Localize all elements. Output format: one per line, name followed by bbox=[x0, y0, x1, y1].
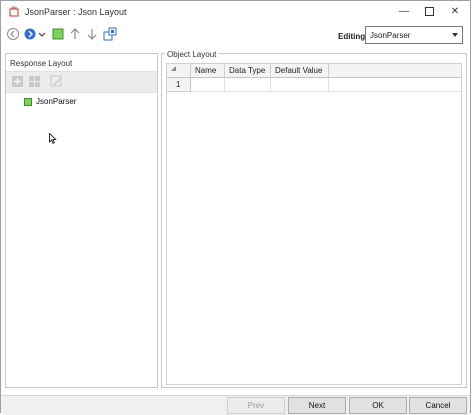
object-layout-group: Name Data Type Default Value 1 bbox=[161, 53, 467, 388]
dialog-footer: Prev Next OK Cancel bbox=[1, 395, 470, 415]
mouse-cursor-icon bbox=[49, 133, 57, 144]
green-square-icon bbox=[24, 98, 32, 106]
next-button[interactable]: Next bbox=[288, 397, 346, 414]
edit-node-icon[interactable] bbox=[50, 75, 63, 88]
green-square-icon[interactable] bbox=[51, 27, 65, 41]
editing-label: Editing: bbox=[338, 32, 368, 41]
select-all-icon bbox=[171, 66, 176, 71]
chevron-down-icon bbox=[452, 33, 458, 37]
tree-item-label: JsonParser bbox=[36, 97, 77, 106]
arrow-up-icon[interactable] bbox=[68, 27, 82, 41]
grid-corner-header[interactable] bbox=[167, 64, 191, 78]
app-icon bbox=[9, 6, 19, 17]
cell-filler bbox=[329, 78, 461, 92]
column-header-data-type[interactable]: Data Type bbox=[225, 64, 271, 78]
arrow-down-icon[interactable] bbox=[85, 27, 99, 41]
add-node-icon[interactable] bbox=[11, 75, 24, 88]
forward-circle-icon[interactable] bbox=[23, 27, 37, 41]
response-layout-toolbar bbox=[6, 71, 157, 93]
close-icon: ✕ bbox=[450, 6, 460, 17]
title-bar: JsonParser : Json Layout — ✕ bbox=[1, 1, 470, 23]
editing-select-value: JsonParser bbox=[370, 31, 411, 40]
cell-data-type[interactable] bbox=[225, 78, 271, 92]
object-layout-title: Object Layout bbox=[165, 50, 219, 59]
row-index: 1 bbox=[176, 80, 181, 89]
close-button[interactable]: ✕ bbox=[444, 4, 466, 20]
minimize-button[interactable]: — bbox=[393, 4, 415, 20]
ok-button[interactable]: OK bbox=[349, 397, 407, 414]
column-header-label: Default Value bbox=[275, 66, 323, 75]
column-header-filler bbox=[329, 64, 461, 78]
object-layout-grid[interactable]: Name Data Type Default Value 1 bbox=[166, 63, 462, 385]
layout-icon[interactable] bbox=[103, 27, 117, 41]
cancel-button[interactable]: Cancel bbox=[409, 397, 467, 414]
cell-default-value[interactable] bbox=[271, 78, 329, 92]
column-header-name[interactable]: Name bbox=[191, 64, 225, 78]
response-layout-panel: Response Layout JsonParser bbox=[5, 53, 158, 388]
minimize-icon: — bbox=[399, 6, 409, 17]
column-header-label: Data Type bbox=[229, 66, 266, 75]
maximize-button[interactable] bbox=[418, 4, 440, 20]
column-header-label: Name bbox=[195, 66, 217, 75]
response-layout-title: Response Layout bbox=[10, 59, 73, 68]
maximize-icon bbox=[424, 7, 434, 16]
cell-name[interactable] bbox=[191, 78, 225, 92]
editing-select[interactable]: JsonParser bbox=[365, 26, 463, 44]
dialog-window: JsonParser : Json Layout — ✕ Editing: Js… bbox=[0, 0, 471, 415]
window-title: JsonParser : Json Layout bbox=[25, 7, 127, 17]
back-circle-icon[interactable] bbox=[6, 27, 20, 41]
column-header-default-value[interactable]: Default Value bbox=[271, 64, 329, 78]
dropdown-caret-icon[interactable] bbox=[38, 27, 46, 41]
prev-button[interactable]: Prev bbox=[227, 397, 285, 414]
row-header[interactable]: 1 bbox=[167, 78, 191, 92]
grid-node-icon[interactable] bbox=[28, 75, 41, 88]
